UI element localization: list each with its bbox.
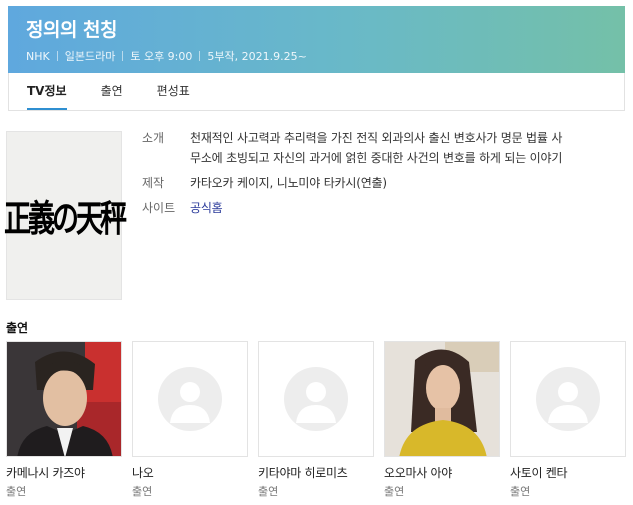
cast-name[interactable]: 오오마사 아야 [384, 465, 500, 481]
person-photo[interactable] [384, 341, 500, 457]
cast-role: 출연 [6, 485, 27, 498]
synopsis-text: 천재적인 사고력과 추리력을 가진 전직 외과의사 출신 변호사가 명문 법률 … [190, 128, 562, 168]
tab-cast[interactable]: 출연 [101, 73, 123, 110]
production-row: 제작 카타오카 케이지, 니노미야 타카시(연출) [142, 173, 626, 193]
poster-title: 正義の天秤 [4, 198, 127, 241]
program-poster[interactable]: 正義の天秤 [4, 131, 127, 300]
person-photo-placeholder[interactable] [132, 341, 248, 457]
episodes-date: 5부작, 2021.9.25~ [207, 50, 307, 63]
cast-name[interactable]: 카메나시 카즈야 [6, 465, 122, 481]
person-photo-placeholder[interactable] [510, 341, 626, 457]
cast-role: 출연 [132, 485, 153, 498]
cast-name[interactable]: 키타야마 히로미츠 [258, 465, 374, 481]
synopsis-line-2: 무소에 초빙되고 자신의 과거에 얽힌 중대한 사건의 변호를 하게 되는 이야… [190, 151, 563, 165]
tab-tv-info[interactable]: TV정보 [27, 73, 67, 110]
production-label: 제작 [142, 176, 165, 190]
person-silhouette-icon [536, 367, 600, 431]
tab-bar: TV정보 출연 편성표 [8, 73, 625, 111]
cast-name[interactable]: 나오 [132, 465, 248, 481]
person-silhouette-icon [284, 367, 348, 431]
cast-card[interactable]: 키타야마 히로미츠 출연 [258, 341, 374, 500]
site-label: 사이트 [142, 201, 176, 215]
tab-schedule[interactable]: 편성표 [157, 73, 190, 110]
cast-list: 카메나시 카즈야 출연 나오 출연 키타야마 히로미츠 출연 오오마사 아야 출… [6, 341, 633, 500]
site-row: 사이트 공식홈 [142, 198, 626, 218]
cast-role: 출연 [384, 485, 405, 498]
person-photo-placeholder[interactable] [258, 341, 374, 457]
cast-name[interactable]: 사토이 켄타 [510, 465, 626, 481]
program-info: 소개 천재적인 사고력과 추리력을 가진 전직 외과의사 출신 변호사가 명문 … [142, 128, 626, 223]
synopsis-row: 소개 천재적인 사고력과 추리력을 가진 전직 외과의사 출신 변호사가 명문 … [142, 128, 626, 168]
cast-role: 출연 [258, 485, 279, 498]
program-header: 정의의 천칭 NHK 일본드라마 토 오후 9:00 5부작, 2021.9.2… [8, 6, 625, 73]
cast-card[interactable]: 나오 출연 [132, 341, 248, 500]
meta-divider [56, 51, 58, 61]
person-photo-illustration [385, 342, 499, 456]
synopsis-label: 소개 [142, 131, 165, 145]
cast-role: 출연 [510, 485, 531, 498]
genre: 일본드라마 [64, 50, 116, 63]
meta-divider [122, 51, 124, 61]
program-title[interactable]: 정의의 천칭 [26, 18, 607, 42]
cast-card[interactable]: 오오마사 아야 출연 [384, 341, 500, 500]
person-photo[interactable] [6, 341, 122, 457]
cast-card[interactable]: 카메나시 카즈야 출연 [6, 341, 122, 500]
program-meta: NHK 일본드라마 토 오후 9:00 5부작, 2021.9.25~ [26, 48, 607, 64]
person-photo-illustration [7, 342, 121, 456]
synopsis-line-1: 천재적인 사고력과 추리력을 가진 전직 외과의사 출신 변호사가 명문 법률 … [190, 131, 563, 145]
airtime: 토 오후 9:00 [130, 50, 193, 63]
cast-card[interactable]: 사토이 켄타 출연 [510, 341, 626, 500]
production-value: 카타오카 케이지, 니노미야 타카시(연출) [190, 176, 387, 190]
cast-heading: 출연 [6, 321, 29, 335]
broadcaster: NHK [26, 49, 50, 63]
meta-divider [199, 51, 201, 61]
person-silhouette-icon [158, 367, 222, 431]
official-site-link[interactable]: 공식홈 [190, 198, 223, 218]
